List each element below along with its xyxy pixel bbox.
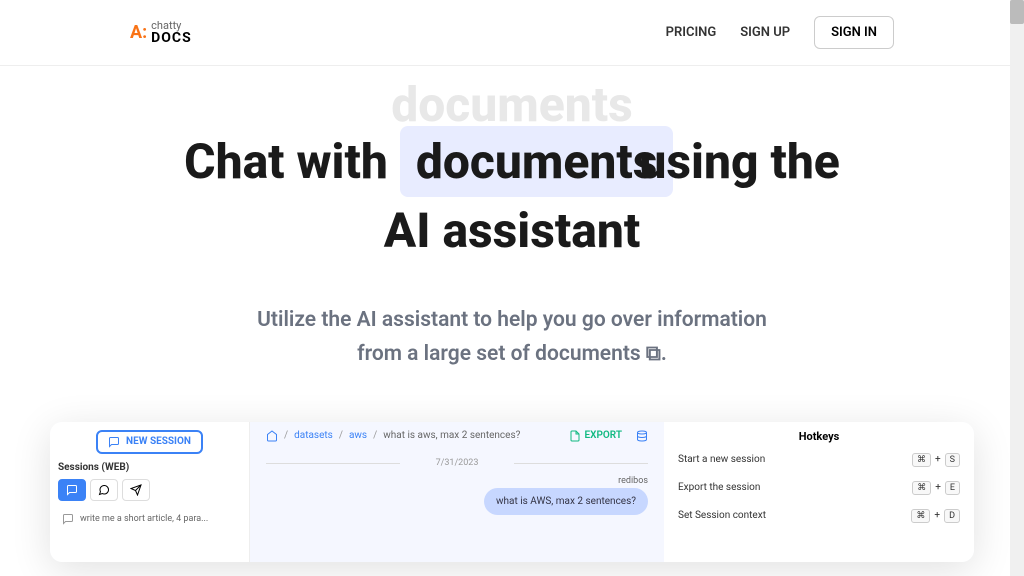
copy-icon: ⧉	[646, 338, 661, 372]
scrollbar-thumb[interactable]	[1010, 0, 1024, 24]
kbd: S	[945, 453, 960, 467]
kbd: E	[945, 481, 960, 495]
session-item-label: write me a short article, 4 para...	[80, 514, 208, 524]
breadcrumb-sep: /	[284, 430, 288, 441]
logo[interactable]: A: chatty DOCS	[130, 20, 192, 45]
kbd-plus: +	[935, 482, 941, 493]
headline-pre: Chat with	[184, 133, 400, 190]
nav-pricing[interactable]: PRICING	[666, 25, 717, 40]
hotkey-row: Set Session context ⌘ + D	[678, 509, 960, 523]
preview-main: / datasets / aws / what is aws, max 2 se…	[250, 422, 664, 562]
new-session-button[interactable]: NEW SESSION	[96, 430, 203, 454]
subhead-line2-post: .	[661, 342, 667, 366]
scrollbar[interactable]	[1010, 0, 1024, 576]
hotkey-label: Set Session context	[678, 510, 766, 521]
export-label: EXPORT	[585, 430, 622, 441]
export-button[interactable]: EXPORT	[569, 430, 622, 442]
nav-signup[interactable]: SIGN UP	[740, 25, 790, 40]
preview-hotkeys: Hotkeys Start a new session ⌘ + S Export…	[664, 422, 974, 562]
tab-chat[interactable]	[58, 479, 86, 501]
kbd: ⌘	[911, 509, 930, 523]
database-icon[interactable]	[636, 430, 648, 442]
message-icon	[108, 436, 120, 448]
breadcrumb-current: what is aws, max 2 sentences?	[383, 430, 520, 441]
hotkey-keys: ⌘ + E	[912, 481, 960, 495]
ghost-text: documents	[391, 76, 633, 133]
breadcrumb-aws[interactable]: aws	[349, 430, 367, 441]
signin-button[interactable]: SIGN IN	[814, 16, 894, 49]
kbd: ⌘	[912, 481, 931, 495]
subhead-line1: Utilize the AI assistant to help you go …	[257, 308, 767, 332]
send-icon	[130, 484, 142, 496]
hotkeys-title: Hotkeys	[678, 430, 960, 443]
hotkey-keys: ⌘ + S	[912, 453, 960, 467]
hotkey-keys: ⌘ + D	[911, 509, 960, 523]
sessions-label: Sessions (WEB)	[58, 462, 241, 473]
file-icon	[569, 430, 581, 442]
hotkey-label: Export the session	[678, 482, 760, 493]
logo-docs: DOCS	[151, 31, 192, 45]
hotkey-row: Start a new session ⌘ + S	[678, 453, 960, 467]
hotkey-row: Export the session ⌘ + E	[678, 481, 960, 495]
nav: PRICING SIGN UP SIGN IN	[666, 16, 894, 49]
breadcrumb: / datasets / aws / what is aws, max 2 se…	[266, 430, 648, 442]
subhead: Utilize the AI assistant to help you go …	[80, 304, 944, 371]
comment-icon	[98, 484, 110, 496]
session-item[interactable]: write me a short article, 4 para...	[58, 509, 241, 529]
breadcrumb-sep: /	[373, 430, 377, 441]
hero: documents Chat with documentsusing the A…	[0, 66, 1024, 372]
subhead-line2-pre: from a large set of documents	[357, 342, 646, 366]
preview-sidebar: NEW SESSION Sessions (WEB) write me a sh…	[50, 422, 250, 562]
logo-icon: A:	[130, 22, 147, 43]
home-icon[interactable]	[266, 430, 278, 442]
breadcrumb-datasets[interactable]: datasets	[294, 430, 333, 441]
hotkey-label: Start a new session	[678, 454, 765, 465]
kbd-plus: +	[935, 454, 941, 465]
headline-highlight: documents	[400, 126, 674, 197]
breadcrumb-sep: /	[339, 430, 343, 441]
date-divider: 7/31/2023	[266, 458, 648, 468]
headline-overlap: using the	[639, 133, 839, 190]
kbd: D	[944, 509, 960, 523]
kbd: ⌘	[912, 453, 931, 467]
headline: Chat with documentsusing the AI assistan…	[80, 126, 944, 264]
new-session-label: NEW SESSION	[126, 436, 191, 447]
kbd-plus: +	[934, 510, 940, 521]
headline-line2: AI assistant	[384, 202, 641, 259]
tab-comment[interactable]	[90, 479, 118, 501]
message-icon	[62, 513, 74, 525]
message-username: redibos	[266, 476, 648, 486]
tab-send[interactable]	[122, 479, 150, 501]
chat-icon	[66, 484, 78, 496]
message-bubble: what is AWS, max 2 sentences?	[484, 488, 648, 515]
preview-panel: NEW SESSION Sessions (WEB) write me a sh…	[50, 422, 974, 562]
session-tabs	[58, 479, 241, 501]
